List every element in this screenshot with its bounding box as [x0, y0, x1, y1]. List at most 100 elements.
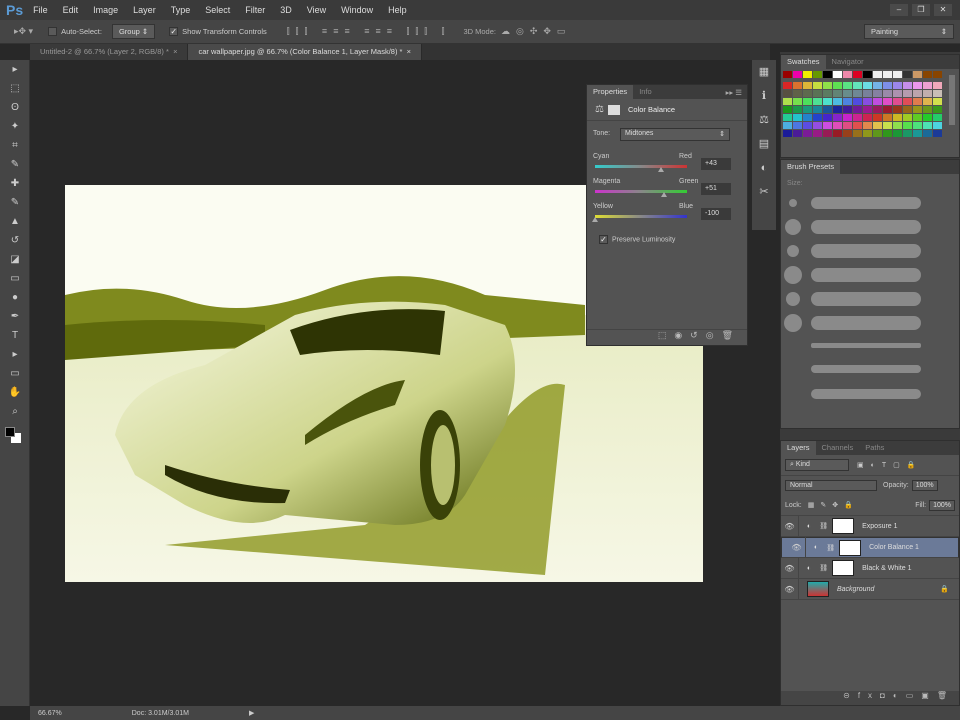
color-slider-track[interactable]	[595, 190, 687, 193]
layer-row[interactable]: 👁 ◐ ⛓ Black & White 1	[781, 557, 959, 579]
layer-row[interactable]: 👁 ◐ ⛓ Exposure 1	[781, 515, 959, 537]
adjustment-title: Color Balance	[627, 105, 676, 114]
menu-3d[interactable]: 3D	[280, 5, 292, 15]
layer-row[interactable]: 👁 ◐ ⛓ Color Balance 1	[781, 537, 959, 558]
menu-file[interactable]: File	[33, 5, 48, 15]
workspace-dropdown[interactable]: Painting ⇕	[864, 24, 954, 39]
brush-size-label: Size:	[787, 180, 803, 187]
tool-0-icon[interactable]: ▸	[5, 61, 25, 79]
menu-view[interactable]: View	[307, 5, 326, 15]
minimize-button[interactable]: –	[890, 4, 908, 16]
layer-mask-thumbnail[interactable]	[832, 518, 855, 534]
color-slider-track[interactable]	[595, 215, 687, 218]
tab-paths[interactable]: Paths	[859, 441, 890, 455]
visibility-eye-icon[interactable]: 👁	[788, 537, 806, 558]
tab-navigator[interactable]: Navigator	[826, 55, 870, 69]
zoom-level[interactable]: 66.67%	[38, 710, 62, 717]
menu-select[interactable]: Select	[205, 5, 230, 15]
maximize-button[interactable]: ❐	[912, 4, 930, 16]
tool-13-icon[interactable]: ✒	[5, 308, 25, 326]
tool-10-icon[interactable]: ◪	[5, 251, 25, 269]
layers-footer-icons[interactable]: ⊝fx◘◐▭▣🗑	[781, 691, 959, 705]
status-menu-arrow-icon[interactable]: ▶	[249, 709, 254, 717]
menu-help[interactable]: Help	[388, 5, 407, 15]
tab-car-wallpaper[interactable]: car wallpaper.jpg @ 66.7% (Color Balance…	[188, 44, 423, 60]
tool-9-icon[interactable]: ↺	[5, 232, 25, 250]
tool-18-icon[interactable]: ⌕	[5, 403, 25, 421]
close-button[interactable]: ✕	[934, 4, 952, 16]
color-slider-track[interactable]	[595, 165, 687, 168]
tool-14-icon[interactable]: T	[5, 327, 25, 345]
slider-handle[interactable]	[657, 167, 664, 172]
layers-panel: Layers Channels Paths ⌕ Kind ▣◐T▢🔒 Norma…	[780, 440, 960, 706]
slider-handle[interactable]	[592, 217, 598, 222]
menu-layer[interactable]: Layer	[133, 5, 156, 15]
auto-select-dropdown[interactable]: Group ⇕	[111, 24, 156, 39]
slider-value-input[interactable]: +43	[701, 158, 731, 170]
filter-icons[interactable]: ▣◐T▢🔒	[857, 461, 922, 469]
adjustment-icon: ◐	[807, 564, 812, 572]
preserve-luminosity-checkbox[interactable]: ✓ Preserve Luminosity	[599, 235, 675, 244]
layer-filter-dropdown[interactable]: ⌕ Kind	[785, 459, 849, 471]
layer-row[interactable]: 👁 Background 🔒	[781, 578, 959, 600]
layer-mask-thumbnail[interactable]	[839, 539, 862, 556]
menu-type[interactable]: Type	[171, 5, 191, 15]
tool-3-icon[interactable]: ✦	[5, 118, 25, 136]
blend-value: Normal	[790, 482, 813, 489]
swatch-grid[interactable]	[783, 71, 943, 138]
layer-mask-icon[interactable]	[607, 104, 620, 115]
tool-17-icon[interactable]: ✋	[5, 384, 25, 402]
tab-swatches[interactable]: Swatches	[781, 55, 826, 69]
slider-value-input[interactable]: +51	[701, 183, 731, 195]
move-tool-icon[interactable]: ▸✥ ▾	[14, 26, 33, 37]
visibility-eye-icon[interactable]: 👁	[781, 557, 799, 579]
tool-16-icon[interactable]: ▭	[5, 365, 25, 383]
tool-6-icon[interactable]: ✚	[5, 175, 25, 193]
dock-icons[interactable]: ▦ ℹ ⚖ ▤ ◐ ✂	[752, 60, 776, 204]
auto-select-checkbox[interactable]: Auto-Select:	[48, 27, 102, 37]
tab-channels[interactable]: Channels	[816, 441, 860, 455]
tool-15-icon[interactable]: ▸	[5, 346, 25, 364]
tool-7-icon[interactable]: ✎	[5, 194, 25, 212]
menu-window[interactable]: Window	[341, 5, 373, 15]
tab-untitled-2[interactable]: Untitled-2 @ 66.7% (Layer 2, RGB/8) * ×	[30, 44, 189, 60]
tab-properties[interactable]: Properties	[587, 85, 634, 99]
align-icons[interactable]: ⫿⫿⫿ ≡≡≡ ≡≡≡ ⫿⫿⫿ ⫿	[287, 26, 451, 37]
tool-11-icon[interactable]: ▭	[5, 270, 25, 288]
slider-value-input[interactable]: -100	[701, 208, 731, 220]
blend-mode-dropdown[interactable]: Normal	[785, 480, 877, 491]
preserve-luminosity-label: Preserve Luminosity	[612, 236, 676, 244]
visibility-eye-icon[interactable]: 👁	[781, 578, 799, 600]
tool-12-icon[interactable]: ●	[5, 289, 25, 307]
fill-label: Fill:	[915, 501, 927, 509]
menu-filter[interactable]: Filter	[245, 5, 265, 15]
tool-5-icon[interactable]: ✎	[5, 156, 25, 174]
menu-edit[interactable]: Edit	[63, 5, 79, 15]
menu-image[interactable]: Image	[93, 5, 118, 15]
panel-menu-icon[interactable]: ▸▸ ☰	[726, 88, 742, 97]
opacity-input[interactable]: 100%	[911, 480, 938, 491]
auto-select-label: Auto-Select:	[61, 26, 102, 36]
show-transform-checkbox[interactable]: ✓ Show Transform Controls	[169, 27, 267, 37]
tool-1-icon[interactable]: ⬚	[5, 80, 25, 98]
layer-name: Background	[837, 585, 875, 593]
tools-panel: ▸ ⬚ ʘ ✦ ⌗ ✎ ✚ ✎ ▲ ↺ ◪ ▭ ● ✒ T ▸ ▭ ✋ ⌕	[0, 60, 30, 706]
tone-dropdown[interactable]: Midtones ⇕	[620, 128, 730, 141]
tool-4-icon[interactable]: ⌗	[5, 137, 25, 155]
tool-8-icon[interactable]: ▲	[5, 213, 25, 231]
properties-footer-icons[interactable]: ⬚◉↺◎🗑	[587, 329, 747, 345]
slider-handle[interactable]	[661, 192, 668, 197]
layer-mask-thumbnail[interactable]	[832, 560, 855, 576]
tab-info[interactable]: Info	[633, 85, 658, 99]
fill-input[interactable]: 100%	[929, 499, 955, 511]
brush-strokes[interactable]	[781, 193, 960, 413]
color-swatches-icon[interactable]	[5, 427, 21, 443]
visibility-eye-icon[interactable]: 👁	[781, 515, 799, 537]
tab-layers[interactable]: Layers	[781, 441, 816, 455]
tool-2-icon[interactable]: ʘ	[5, 99, 25, 117]
filter-value: Kind	[795, 461, 810, 468]
lock-icons[interactable]: ▦✎✥🔒	[808, 501, 859, 509]
swatches-scrollbar[interactable]	[949, 75, 955, 125]
brush-presets-title[interactable]: Brush Presets	[781, 160, 841, 174]
3d-tools-icons[interactable]: ☁◎✣✥▭	[501, 26, 571, 37]
